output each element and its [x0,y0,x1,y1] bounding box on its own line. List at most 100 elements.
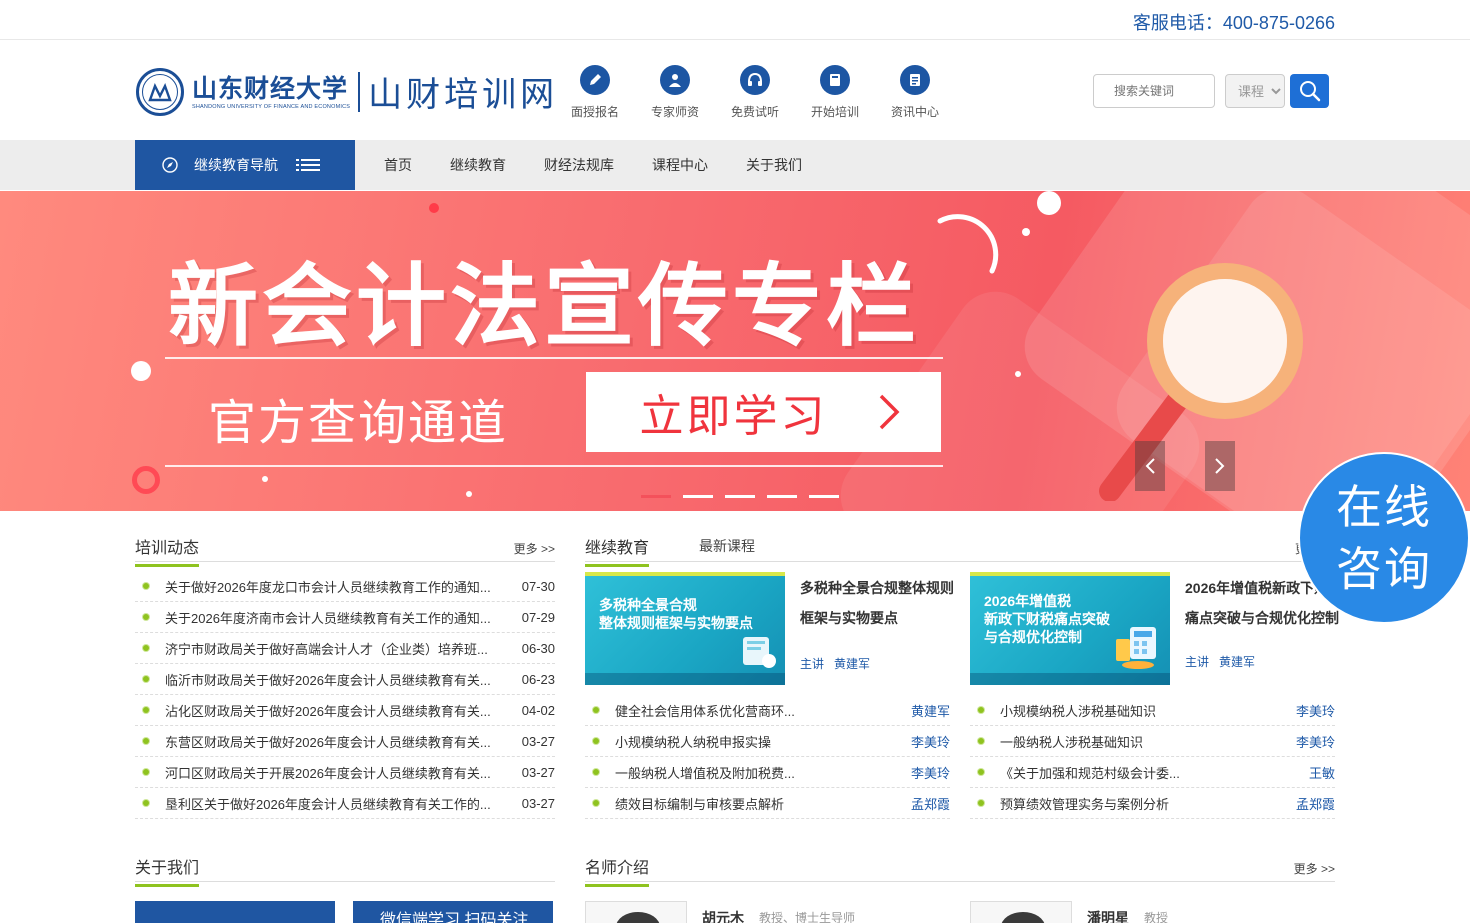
wechat-qr-banner[interactable]: 微信端学习 扫码关注 [353,901,553,923]
tab-latest-courses[interactable]: 最新课程 [699,536,755,556]
banner-next-button[interactable] [1205,441,1235,491]
about-section-header: 关于我们 [135,850,555,887]
list-item[interactable]: 小规模纳税人纳税申报实操 李美玲 [585,726,950,757]
list-item[interactable]: 河口区财政局关于开展2026年度会计人员继续教育有关... 03-27 [135,757,555,788]
quick-link-news-center[interactable]: 资讯中心 [875,65,955,120]
banner-indicator-3[interactable] [725,495,755,498]
banner-subtitle: 官方查询通道 [208,395,509,451]
nav-link-continuing-education[interactable]: 继续教育 [431,155,525,175]
teacher-photo[interactable] [585,901,687,923]
banner-indicator-5[interactable] [809,495,839,498]
compass-icon [162,157,178,173]
courses-section-header: 继续教育 最新课程 更 [585,530,1335,567]
teacher-title: 教授、博士生导师 [759,911,856,923]
pen-icon [580,65,610,95]
course-card[interactable]: 多税种全景合规 整体规则框架与实物要点 多税种全景合规整体规则框架与实物要点 主讲… [585,572,960,685]
site-logo[interactable]: 山东财经大学 SHANDONG UNIVERSITY OF FINANCE AN… [136,67,558,116]
book-icon [820,65,850,95]
main-nav: 继续教育导航 首页 继续教育 财经法规库 课程中心 关于我们 [0,140,1470,190]
news-more-link[interactable]: 更多 >> [514,540,555,557]
quick-link-trial[interactable]: 免费试听 [715,65,795,120]
logo-school-name: 山东财经大学 [192,73,349,103]
course-list-right: 小规模纳税人涉税基础知识 李美玲 一般纳税人涉税基础知识 李美玲 《关于加强和规范村… [970,695,1335,819]
quick-links: 面授报名 专家师资 免费试听 开始培训 资讯中心 [555,65,955,120]
tab-continuing-education[interactable]: 继续教育 [585,534,650,567]
list-item[interactable]: 绩效目标编制与审核要点解析 孟郑霞 [585,788,950,819]
about-image[interactable] [135,901,335,923]
teachers-section-header: 名师介绍 更多 >> [585,850,1335,887]
nav-link-about[interactable]: 关于我们 [727,155,821,175]
university-seal-icon [136,67,184,116]
news-list: 关于做好2026年度龙口市会计人员继续教育工作的通知... 07-30 关于202… [135,571,555,819]
banner-prev-button[interactable] [1135,441,1165,491]
quick-link-enroll[interactable]: 面授报名 [555,65,635,120]
document-icon [900,65,930,95]
online-consult-button[interactable]: 在线 咨询 [1298,452,1470,624]
nav-link-home[interactable]: 首页 [365,155,431,175]
list-item[interactable]: 一般纳税人增值税及附加税费... 李美玲 [585,757,950,788]
header: 山东财经大学 SHANDONG UNIVERSITY OF FINANCE AN… [0,40,1470,140]
course-lecturer[interactable]: 黄建军 [834,657,870,671]
nav-link-regulations[interactable]: 财经法规库 [525,155,633,175]
teachers-section-title: 名师介绍 [585,854,650,887]
course-card[interactable]: 2026年增值税 新政下财税痛点突破 与合规优化控制 2026年增值税新政下财税痛点… [970,572,1342,685]
banner-divider-top [165,357,943,359]
chevron-left-icon [1145,458,1155,474]
quick-link-start-training[interactable]: 开始培训 [795,65,875,120]
search-icon [1299,81,1320,102]
teacher-photo[interactable] [970,901,1072,923]
nav-link-courses[interactable]: 课程中心 [633,155,727,175]
course-thumbnail[interactable]: 2026年增值税 新政下财税痛点突破 与合规优化控制 [970,572,1170,685]
list-item[interactable]: 一般纳税人涉税基础知识 李美玲 [970,726,1335,757]
news-section-header: 培训动态 更多 >> [135,530,555,567]
magnifier-illustration [1099,263,1303,501]
list-item[interactable]: 沾化区财政局关于做好2026年度会计人员继续教育有关... 04-02 [135,695,555,726]
course-list-left: 健全社会信用体系优化营商环... 黄建军 小规模纳税人纳税申报实操 李美玲 一般纳税… [585,695,950,819]
cloud-device-illustration [743,637,776,668]
hero-banner[interactable]: 新会计法宣传专栏 官方查询通道 立即学习 [0,191,1470,511]
banner-indicator-1[interactable] [641,495,671,498]
course-lecturer[interactable]: 黄建军 [1219,655,1255,669]
list-item[interactable]: 东营区财政局关于做好2026年度会计人员继续教育有关... 03-27 [135,726,555,757]
list-item[interactable]: 垦利区关于做好2026年度会计人员继续教育有关工作的... 03-27 [135,788,555,819]
banner-indicator-2[interactable] [683,495,713,498]
logo-site-name: 山财培训网 [368,75,559,115]
banner-learn-button[interactable]: 立即学习 [586,372,941,452]
chevron-right-icon [879,394,900,430]
search-area: 课程 [1093,74,1329,108]
search-button[interactable] [1290,74,1329,108]
calculator-illustration [1116,627,1156,669]
logo-school-english: SHANDONG UNIVERSITY OF FINANCE AND ECONO… [192,103,351,110]
teacher-name[interactable]: 潘明星 [1087,908,1129,923]
quick-link-experts[interactable]: 专家师资 [635,65,715,120]
logo-divider [358,71,361,112]
list-item[interactable]: 济宁市财政局关于做好高端会计人才（企业类）培养班... 06-30 [135,633,555,664]
list-item[interactable]: 临沂市财政局关于做好2026年度会计人员继续教育有关... 06-23 [135,664,555,695]
list-item[interactable]: 健全社会信用体系优化营商环... 黄建军 [585,695,950,726]
list-item[interactable]: 关于2026年度济南市会计人员继续教育有关工作的通知... 07-29 [135,602,555,633]
category-nav-button[interactable]: 继续教育导航 [135,140,355,190]
search-category-select[interactable]: 课程 [1225,74,1285,108]
banner-divider-bottom [165,465,943,467]
about-section-title: 关于我们 [135,854,200,887]
list-item[interactable]: 关于做好2026年度龙口市会计人员继续教育工作的通知... 07-30 [135,571,555,602]
news-section-title: 培训动态 [135,534,200,567]
teacher-icon [660,65,690,95]
list-item[interactable]: 小规模纳税人涉税基础知识 李美玲 [970,695,1335,726]
course-thumbnail[interactable]: 多税种全景合规 整体规则框架与实物要点 [585,572,785,685]
top-bar: 客服电话：400-875-0266 [0,0,1470,40]
teacher-title: 教授 [1144,911,1169,923]
list-item[interactable]: 预算绩效管理实务与案例分析 孟郑霞 [970,788,1335,819]
teachers-more-link[interactable]: 更多 >> [1294,860,1335,877]
nav-links: 首页 继续教育 财经法规库 课程中心 关于我们 [365,140,821,190]
teacher-name[interactable]: 胡元木 [702,908,744,923]
course-title[interactable]: 多税种全景合规整体规则框架与实物要点 [800,573,960,633]
banner-indicator-4[interactable] [767,495,797,498]
category-nav-label: 继续教育导航 [194,157,278,173]
search-input[interactable] [1093,74,1215,108]
list-item[interactable]: 《关于加强和规范村级会计委... 王敏 [970,757,1335,788]
banner-title: 新会计法宣传专栏 [168,254,920,359]
hotline-text: 客服电话：400-875-0266 [1132,13,1335,33]
headphones-icon [740,65,770,95]
menu-list-icon [296,159,320,171]
